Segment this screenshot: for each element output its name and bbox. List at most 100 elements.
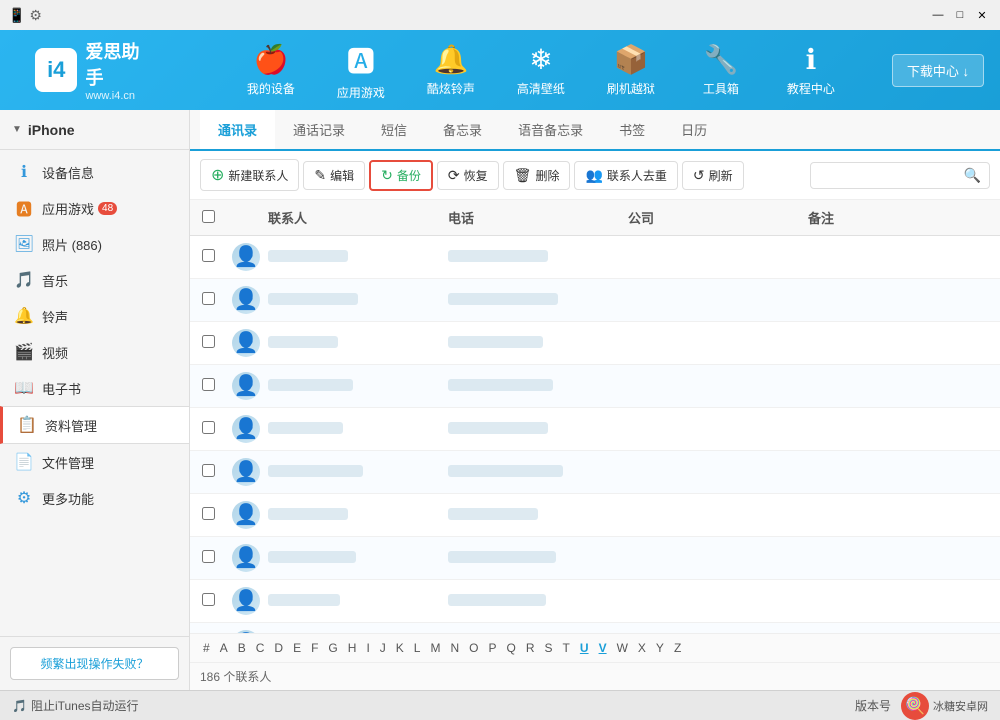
minimize-button[interactable]: — bbox=[928, 5, 948, 25]
alpha-s[interactable]: S bbox=[542, 640, 556, 656]
backup-button[interactable]: ↻ 备份 bbox=[369, 160, 433, 191]
alpha-e[interactable]: E bbox=[290, 640, 304, 656]
alpha-u[interactable]: U bbox=[577, 640, 592, 656]
sidebar-item-file-mgmt[interactable]: 📄 文件管理 bbox=[0, 444, 189, 480]
nav-tutorial[interactable]: ℹ 教程中心 bbox=[766, 35, 856, 105]
sidebar-item-music[interactable]: 🎵 音乐 bbox=[0, 262, 189, 298]
table-row[interactable]: 👤 bbox=[190, 322, 1000, 365]
alpha-r[interactable]: R bbox=[523, 640, 538, 656]
sidebar-item-apps[interactable]: 🅰 应用游戏 48 bbox=[0, 190, 189, 226]
row-checkbox[interactable] bbox=[202, 507, 232, 523]
delete-button[interactable]: 🗑 删除 bbox=[503, 161, 571, 190]
alpha-h[interactable]: H bbox=[345, 640, 360, 656]
alpha-j[interactable]: J bbox=[377, 640, 389, 656]
sidebar-more-label: 更多功能 bbox=[42, 489, 94, 508]
row-checkbox[interactable] bbox=[202, 378, 232, 394]
alpha-l[interactable]: L bbox=[411, 640, 424, 656]
alpha-g[interactable]: G bbox=[325, 640, 340, 656]
sidebar-item-video[interactable]: 🎬 视频 bbox=[0, 334, 189, 370]
select-all-checkbox[interactable] bbox=[202, 210, 215, 223]
table-row[interactable]: 👤 bbox=[190, 494, 1000, 537]
row-checkbox[interactable] bbox=[202, 464, 232, 480]
table-row[interactable]: 👤 bbox=[190, 279, 1000, 322]
tab-call-log[interactable]: 通话记录 bbox=[275, 110, 363, 151]
alpha-x[interactable]: X bbox=[635, 640, 649, 656]
contact-name bbox=[268, 293, 448, 308]
alpha-p[interactable]: P bbox=[486, 640, 500, 656]
nav-ringtone[interactable]: 🔔 酷炫铃声 bbox=[406, 35, 496, 105]
sidebar-item-data-mgmt[interactable]: 📋 资料管理 bbox=[0, 406, 189, 444]
row-checkbox[interactable] bbox=[202, 292, 232, 308]
avatar-icon: 👤 bbox=[234, 290, 259, 310]
device-header[interactable]: ▼ iPhone bbox=[0, 110, 189, 150]
alpha-a[interactable]: A bbox=[217, 640, 231, 656]
row-checkbox[interactable] bbox=[202, 421, 232, 437]
new-contact-button[interactable]: ⊕ 新建联系人 bbox=[200, 159, 299, 191]
table-row[interactable]: 👤 bbox=[190, 580, 1000, 623]
sidebar-item-more[interactable]: ⚙ 更多功能 bbox=[0, 480, 189, 516]
close-button[interactable]: ✕ bbox=[972, 5, 992, 25]
row-checkbox[interactable] bbox=[202, 249, 232, 265]
alpha-v[interactable]: V bbox=[596, 640, 610, 656]
alpha-i[interactable]: I bbox=[363, 640, 372, 656]
tab-voice-notes[interactable]: 语音备忘录 bbox=[500, 110, 601, 151]
dedup-button[interactable]: 👥 联系人去重 bbox=[574, 161, 677, 190]
contact-name bbox=[268, 594, 448, 609]
download-center-button[interactable]: 下载中心 ↓ bbox=[892, 54, 984, 87]
alpha-q[interactable]: Q bbox=[504, 640, 519, 656]
sidebar-item-photos[interactable]: 🖼 照片 (886) bbox=[0, 226, 189, 262]
edit-button[interactable]: ✎ 编辑 bbox=[303, 161, 365, 190]
snowflake-icon: ❄ bbox=[529, 43, 552, 76]
row-checkbox[interactable] bbox=[202, 335, 232, 351]
alpha-y[interactable]: Y bbox=[653, 640, 667, 656]
table-row[interactable]: 👤 bbox=[190, 537, 1000, 580]
nav-wallpaper[interactable]: ❄ 高清壁纸 bbox=[496, 35, 586, 105]
nav-app-game[interactable]: 🅰 应用游戏 bbox=[316, 35, 406, 105]
sidebar-item-device-info[interactable]: ℹ 设备信息 bbox=[0, 154, 189, 190]
row-checkbox[interactable] bbox=[202, 550, 232, 566]
alpha-w[interactable]: W bbox=[614, 640, 631, 656]
trouble-button[interactable]: 频繁出现操作失败？ bbox=[10, 647, 179, 680]
alpha-b[interactable]: B bbox=[235, 640, 249, 656]
table-row[interactable]: 👤 bbox=[190, 236, 1000, 279]
refresh-button[interactable]: ↺ 刷新 bbox=[682, 161, 744, 190]
sidebar-item-ringtones[interactable]: 🔔 铃声 bbox=[0, 298, 189, 334]
alpha-n[interactable]: N bbox=[447, 640, 462, 656]
content-area: 通讯录 通话记录 短信 备忘录 语音备忘录 书签 日历 ⊕ 新建联系人 ✎ 编辑… bbox=[190, 110, 1000, 690]
nav-jailbreak[interactable]: 📦 刷机越狱 bbox=[586, 35, 676, 105]
sidebar-photos-label: 照片 (886) bbox=[42, 235, 102, 254]
logo: i4 爱思助手 www.i4.cn bbox=[0, 45, 190, 95]
tab-calendar[interactable]: 日历 bbox=[663, 110, 725, 151]
tab-sms[interactable]: 短信 bbox=[363, 110, 425, 151]
alpha-k[interactable]: K bbox=[393, 640, 407, 656]
search-bar[interactable]: 🔍 bbox=[810, 162, 990, 189]
maximize-button[interactable]: □ bbox=[950, 5, 970, 25]
alpha-c[interactable]: C bbox=[253, 640, 268, 656]
table-row[interactable]: 👤 bbox=[190, 623, 1000, 633]
alpha-#[interactable]: # bbox=[200, 640, 213, 656]
restore-button[interactable]: ⟳ 恢复 bbox=[437, 161, 499, 190]
tab-contacts[interactable]: 通讯录 bbox=[200, 110, 275, 151]
tab-notes[interactable]: 备忘录 bbox=[425, 110, 500, 151]
toolbar: ⊕ 新建联系人 ✎ 编辑 ↻ 备份 ⟳ 恢复 🗑 删除 👥 联系人去重 bbox=[190, 151, 1000, 200]
alpha-o[interactable]: O bbox=[466, 640, 481, 656]
search-input[interactable] bbox=[819, 168, 964, 182]
nav-my-device[interactable]: 🍎 我的设备 bbox=[226, 35, 316, 105]
alpha-f[interactable]: F bbox=[308, 640, 321, 656]
itunes-warning[interactable]: 🎵 阻止iTunes自动运行 bbox=[12, 697, 139, 714]
sidebar: ▼ iPhone ℹ 设备信息 🅰 应用游戏 48 🖼 照片 (886) 🎵 音… bbox=[0, 110, 190, 690]
contact-phone bbox=[448, 594, 628, 609]
alpha-t[interactable]: T bbox=[560, 640, 573, 656]
table-row[interactable]: 👤 bbox=[190, 365, 1000, 408]
alpha-z[interactable]: Z bbox=[671, 640, 684, 656]
status-left: 🎵 阻止iTunes自动运行 bbox=[12, 697, 139, 714]
table-row[interactable]: 👤 bbox=[190, 408, 1000, 451]
table-row[interactable]: 👤 bbox=[190, 451, 1000, 494]
tab-bookmarks[interactable]: 书签 bbox=[601, 110, 663, 151]
alpha-d[interactable]: D bbox=[271, 640, 286, 656]
nav-toolbox[interactable]: 🔧 工具箱 bbox=[676, 35, 766, 105]
title-bar: 📱 ⚙ — □ ✕ bbox=[0, 0, 1000, 30]
sidebar-item-ebooks[interactable]: 📖 电子书 bbox=[0, 370, 189, 406]
row-checkbox[interactable] bbox=[202, 593, 232, 609]
alpha-m[interactable]: M bbox=[427, 640, 443, 656]
